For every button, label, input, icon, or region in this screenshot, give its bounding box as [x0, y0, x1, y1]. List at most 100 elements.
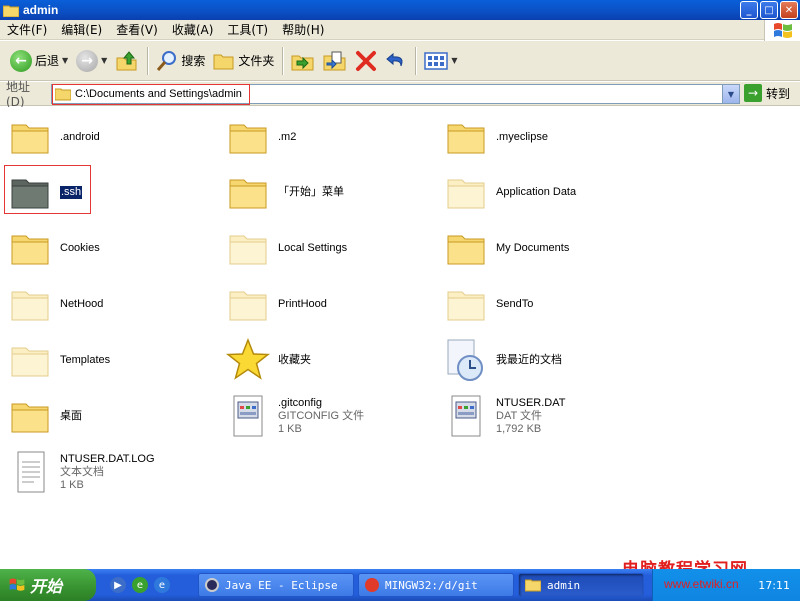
task-admin[interactable]: admin: [518, 573, 644, 597]
menu-edit[interactable]: 编辑(E): [54, 21, 109, 38]
menu-help[interactable]: 帮助(H): [275, 21, 331, 38]
folder-item-desktop[interactable]: 桌面: [6, 391, 82, 441]
item-name: 桌面: [60, 409, 82, 422]
task-eclipse[interactable]: Java EE - Eclipse: [198, 573, 354, 597]
folder-dark-icon: [11, 179, 49, 209]
ie-browser-icon[interactable]: e: [154, 577, 170, 593]
move-to-button[interactable]: [287, 46, 319, 76]
dropdown-arrow-icon: ▼: [62, 56, 69, 65]
undo-button[interactable]: [381, 46, 411, 76]
watermark-url: www.etwiki.cn: [664, 577, 739, 591]
file-icon: [233, 395, 263, 437]
views-button[interactable]: ▼: [420, 46, 461, 76]
windows-logo: [764, 20, 800, 42]
close-button[interactable]: ✕: [780, 1, 798, 19]
folders-button[interactable]: 文件夹: [209, 46, 278, 76]
back-arrow-icon: ←: [10, 49, 32, 72]
item-type: DAT 文件: [496, 409, 543, 422]
menu-view[interactable]: 查看(V): [109, 21, 165, 38]
folder-item-start-menu[interactable]: 「开始」菜单: [224, 167, 344, 217]
toolbar-separator: [282, 46, 284, 75]
folder-item-printhood[interactable]: PrintHood: [224, 279, 327, 329]
clock[interactable]: 17:11: [758, 579, 790, 592]
start-button[interactable]: 开始: [0, 569, 96, 601]
ie-icon[interactable]: e: [132, 577, 148, 593]
forward-arrow-icon: →: [76, 49, 99, 72]
quick-launch: ▶ e e: [110, 577, 170, 593]
go-label: 转到: [766, 86, 791, 101]
start-label: 开始: [30, 577, 63, 596]
folder-item-cookies[interactable]: Cookies: [6, 223, 100, 273]
item-name: 我最近的文档: [496, 353, 562, 366]
file-item-ntuser-dat-log[interactable]: NTUSER.DAT.LOG 文本文档 1 KB: [6, 447, 155, 497]
item-name: PrintHood: [278, 297, 327, 310]
folder-faded-icon: [11, 291, 49, 321]
folder-faded-icon: [229, 291, 267, 321]
item-name: My Documents: [496, 241, 570, 254]
folder-item-local-settings[interactable]: Local Settings: [224, 223, 347, 273]
windows-flag-icon: [773, 23, 792, 38]
undo-icon: [386, 52, 403, 66]
folder-item-my-documents[interactable]: My Documents: [442, 223, 569, 273]
back-label: 后退: [35, 54, 60, 68]
file-list: .android .m2 .myeclipse .ssh 「开始」菜单 Appl…: [0, 107, 800, 569]
up-folder-icon: [116, 50, 137, 70]
delete-button[interactable]: [351, 46, 381, 76]
folder-faded-icon: [229, 235, 267, 265]
folder-item-android[interactable]: .android: [6, 112, 100, 162]
folder-faded-icon: [11, 347, 49, 377]
copy-to-button[interactable]: [319, 46, 351, 76]
media-player-icon[interactable]: ▶: [110, 577, 126, 593]
menu-file[interactable]: 文件(F): [0, 21, 54, 38]
item-name: 「开始」菜单: [278, 185, 344, 198]
address-dropdown-button[interactable]: ▼: [722, 85, 739, 103]
folder-item-myeclipse[interactable]: .myeclipse: [442, 112, 548, 162]
file-item-ntuser-dat[interactable]: NTUSER.DAT DAT 文件 1,792 KB: [442, 391, 565, 441]
task-label: MINGW32:/d/git: [385, 578, 478, 592]
address-bar: 地址 (D) C:\Documents and Settings\admin ▼…: [0, 80, 800, 109]
item-size: 1 KB: [278, 422, 302, 435]
item-name: .android: [60, 130, 100, 143]
maximize-button[interactable]: □: [760, 1, 778, 19]
mingw-icon: [365, 578, 379, 592]
folder-item-recent-docs[interactable]: 我最近的文档: [442, 335, 562, 385]
views-grid-icon: [424, 51, 449, 70]
task-mingw[interactable]: MINGW32:/d/git: [358, 573, 514, 597]
up-folder-button[interactable]: [111, 46, 143, 76]
folder-icon: [229, 124, 267, 154]
address-input[interactable]: C:\Documents and Settings\admin ▼: [51, 84, 740, 105]
menu-favorites[interactable]: 收藏(A): [165, 21, 221, 38]
menu-tools[interactable]: 工具(T): [220, 21, 275, 38]
search-button[interactable]: 搜索: [152, 46, 209, 76]
recent-docs-icon: [447, 339, 483, 381]
folder-icon: [525, 579, 541, 592]
star-icon: [226, 338, 270, 380]
address-highlight: [52, 84, 250, 105]
item-name: .m2: [278, 130, 297, 143]
folders-icon: [213, 54, 234, 69]
item-name: Cookies: [60, 241, 100, 254]
folder-item-ssh[interactable]: .ssh: [6, 167, 84, 217]
back-button[interactable]: ← 后退 ▼: [6, 46, 72, 76]
dropdown-arrow-icon: ▼: [451, 56, 458, 65]
folder-item-sendto[interactable]: SendTo: [442, 279, 533, 329]
eclipse-icon: [205, 578, 219, 592]
go-button[interactable]: → 转到: [744, 84, 790, 102]
folder-item-favorites[interactable]: 收藏夹: [224, 335, 311, 385]
file-item-gitconfig[interactable]: .gitconfig GITCONFIG 文件 1 KB: [224, 391, 364, 441]
title-bar[interactable]: admin _ □ ✕: [0, 0, 800, 20]
minimize-button[interactable]: _: [740, 1, 758, 19]
folder-item-nethood[interactable]: NetHood: [6, 279, 103, 329]
item-type: GITCONFIG 文件: [278, 409, 365, 422]
folder-item-m2[interactable]: .m2: [224, 112, 296, 162]
folder-faded-icon: [447, 179, 485, 209]
toolbar: ← 后退 ▼ → ▼ 搜索 文件夹 ▼: [0, 41, 800, 81]
folder-icon: [11, 403, 49, 433]
forward-button[interactable]: → ▼: [72, 46, 111, 76]
task-label: Java EE - Eclipse: [225, 578, 338, 592]
search-label: 搜索: [181, 54, 206, 68]
go-arrow-icon: →: [744, 84, 762, 102]
folder-item-application-data[interactable]: Application Data: [442, 167, 576, 217]
folder-item-templates[interactable]: Templates: [6, 335, 110, 385]
text-file-icon: [17, 451, 45, 493]
